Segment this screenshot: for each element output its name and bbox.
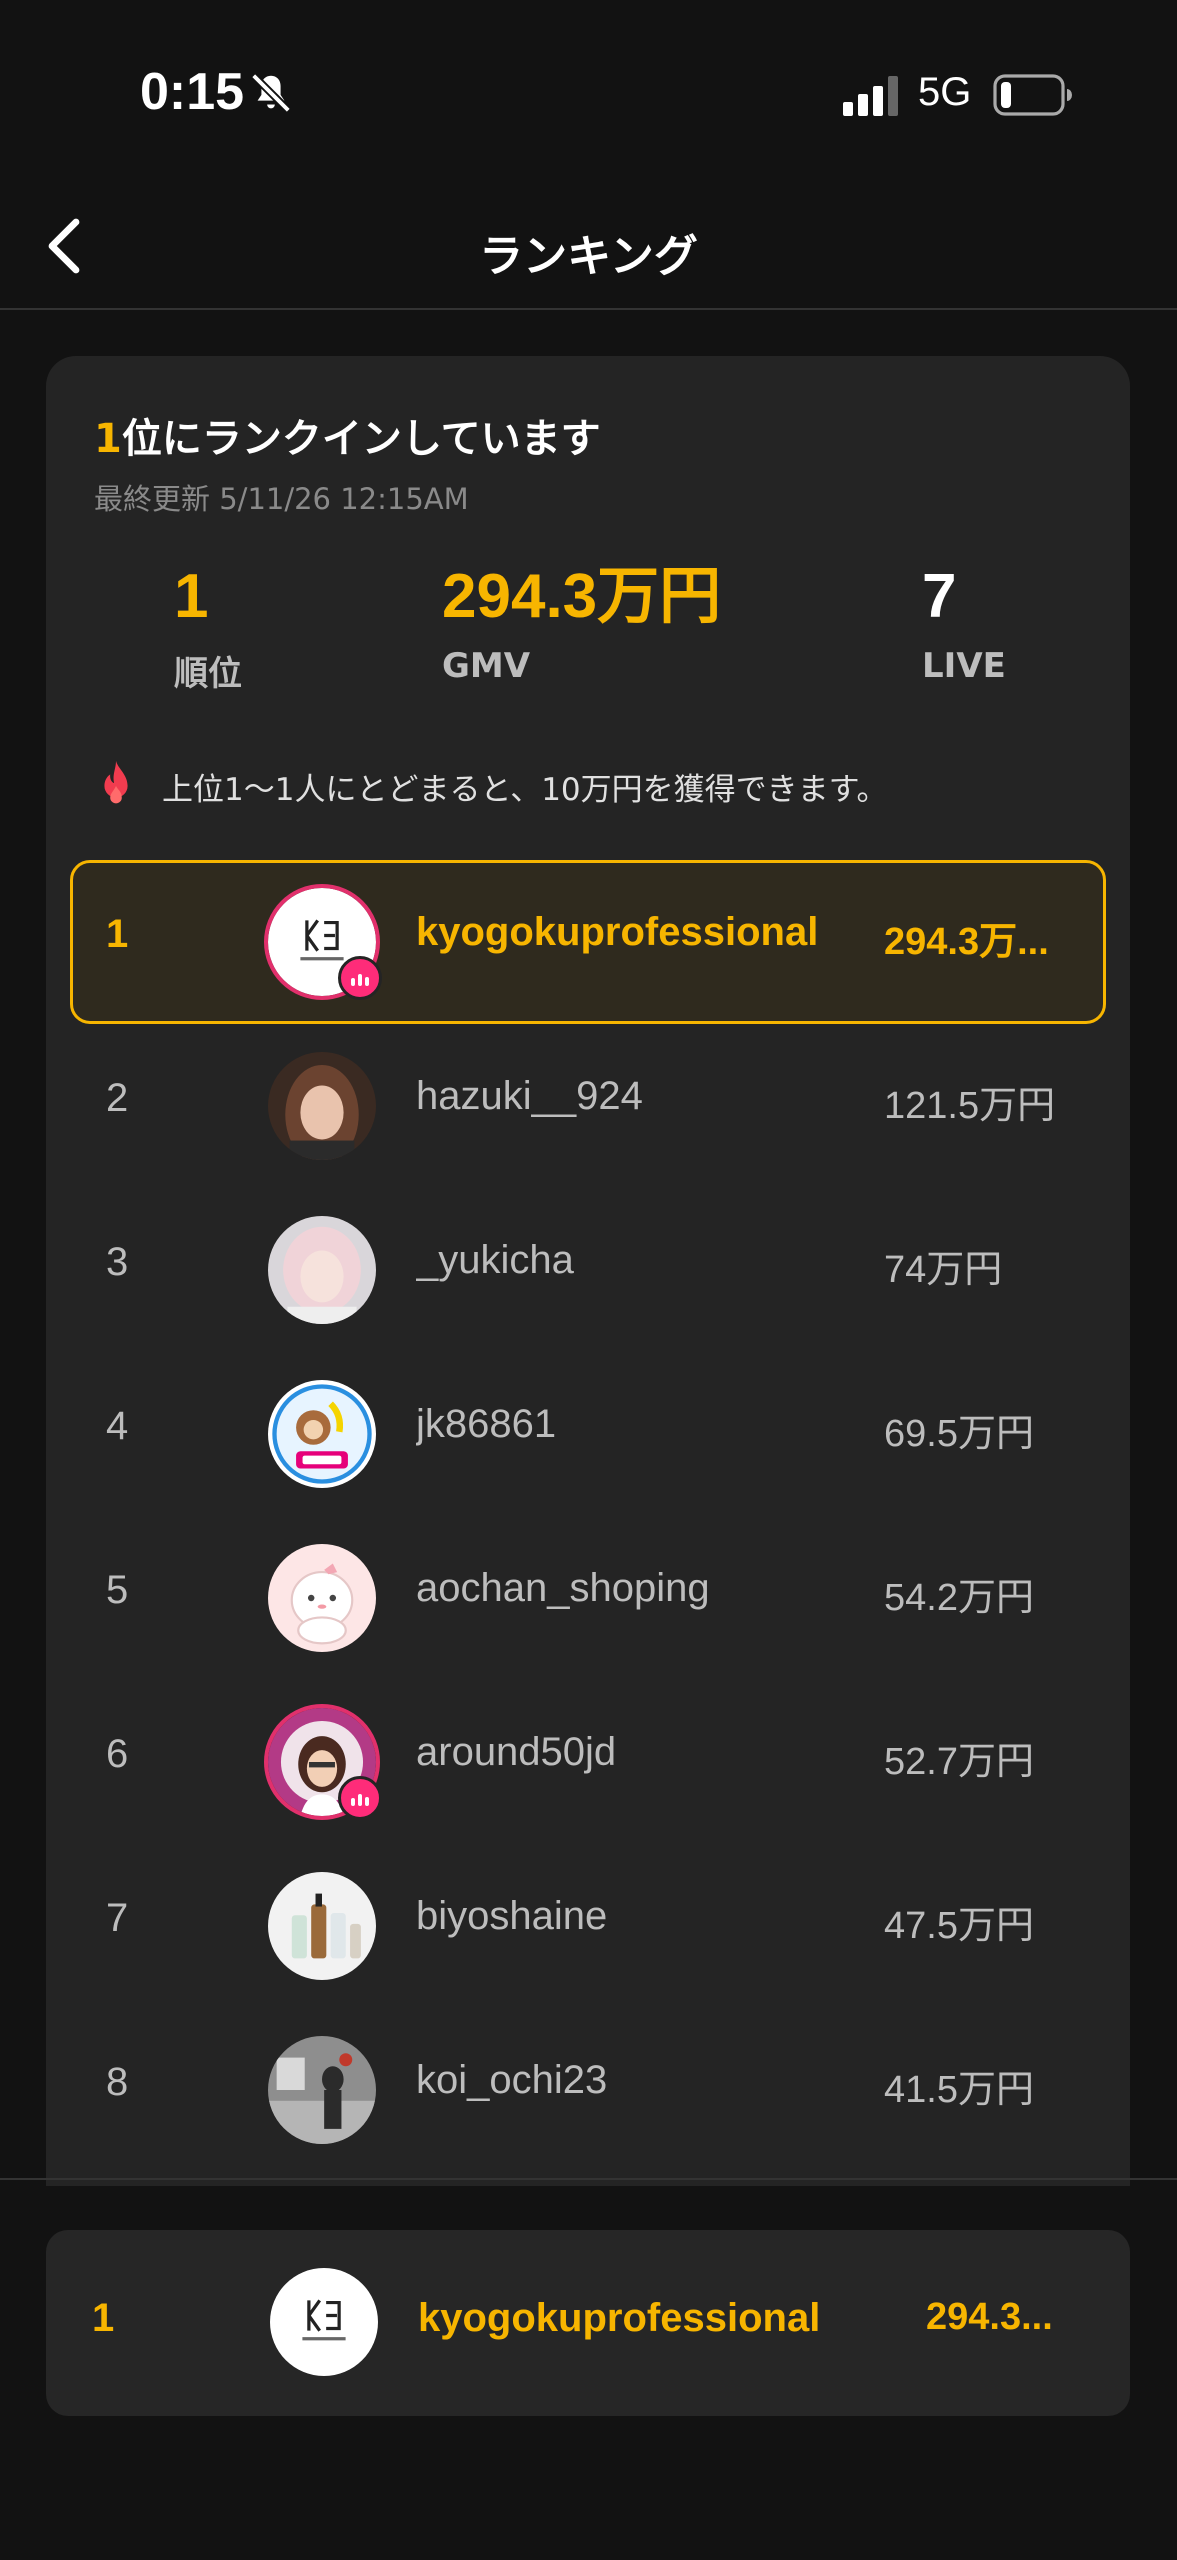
- rank-number: 2: [106, 1076, 129, 1120]
- rank-number: 8: [106, 2060, 129, 2104]
- mute-bell-icon: [251, 73, 291, 113]
- live-badge-icon: [338, 1776, 382, 1820]
- avatar[interactable]: [268, 1052, 376, 1160]
- avatar[interactable]: [268, 1544, 376, 1652]
- user-name: aochan_shoping: [416, 1566, 710, 1610]
- user-name: koi_ochi23: [416, 2058, 608, 2102]
- battery-icon: [993, 74, 1072, 116]
- ranking-row[interactable]: 5 aochan_shoping 54.2万円: [46, 1516, 1130, 1680]
- rank-number: 4: [106, 1404, 129, 1448]
- avatar[interactable]: [268, 2036, 376, 2144]
- stat-live-label: LIVE: [922, 646, 1006, 686]
- rank-number: 1: [92, 2296, 115, 2340]
- user-gmv: 54.2万円: [884, 1577, 1034, 1619]
- ranking-list: 1 kyogokuprofessional 294.3万... 2 hazuki…: [46, 860, 1130, 2172]
- cell-signal-icon: [843, 76, 898, 116]
- rank-number: 6: [106, 1732, 129, 1776]
- user-name: jk86861: [416, 1402, 557, 1446]
- user-gmv: 41.5万円: [884, 2069, 1034, 2111]
- divider: [0, 2178, 1177, 2180]
- ranking-card: 1位にランクインしています 最終更新 5/11/26 12:15AM 1 順位 …: [46, 356, 1130, 2186]
- screen: 0:15 5G ランキング 1位にランクインしています 最終更新 5/11/26: [0, 0, 1177, 2560]
- user-gmv: 74万円: [884, 1249, 1003, 1291]
- reward-row: 上位1〜1人にとどまると、10万円を獲得できます。: [92, 756, 888, 816]
- photo-street-avatar: [268, 2036, 376, 2144]
- ranking-row[interactable]: 6 around50jd 52.7万円: [46, 1680, 1130, 1844]
- nav-bar: ランキング: [0, 190, 1177, 310]
- cosmetic-bottles-avatar: [268, 1872, 376, 1980]
- ranking-row[interactable]: 8 koi_ochi23 41.5万円: [46, 2008, 1130, 2172]
- user-gmv: 121.5万円: [884, 1085, 1056, 1127]
- user-gmv: 294.3...: [926, 2296, 1053, 2338]
- rank-headline: 1位にランクインしています: [94, 406, 601, 464]
- user-name: _yukicha: [416, 1238, 574, 1282]
- status-time: 0:15: [140, 63, 245, 121]
- page-title: ランキング: [479, 231, 698, 282]
- ranking-row[interactable]: 3 _yukicha 74万円: [46, 1188, 1130, 1352]
- user-gmv: 47.5万円: [884, 1905, 1034, 1947]
- user-gmv: 294.3万...: [884, 921, 1049, 963]
- status-bar: 0:15 5G: [0, 0, 1177, 190]
- stat-gmv-value: 294.3万円: [442, 562, 722, 631]
- ranking-row[interactable]: 4 jk86861 69.5万円: [46, 1352, 1130, 1516]
- flame-icon: [104, 760, 128, 804]
- user-name: kyogokuprofessional: [418, 2296, 821, 2340]
- rank-number: 1: [106, 912, 129, 956]
- last-updated: 最終更新 5/11/26 12:15AM: [94, 482, 469, 516]
- avatar[interactable]: [264, 1704, 382, 1820]
- avatar[interactable]: [268, 1872, 376, 1980]
- user-name: kyogokuprofessional: [416, 910, 819, 954]
- user-name: biyoshaine: [416, 1894, 608, 1938]
- photo-woman-avatar: [268, 1216, 376, 1324]
- user-name: hazuki__924: [416, 1074, 643, 1118]
- user-gmv: 52.7万円: [884, 1741, 1034, 1783]
- avatar[interactable]: [268, 1380, 376, 1488]
- ranking-row[interactable]: 7 biyoshaine 47.5万円: [46, 1844, 1130, 2008]
- user-name: around50jd: [416, 1730, 617, 1774]
- user-gmv: 69.5万円: [884, 1413, 1034, 1455]
- stat-rank-value: 1: [174, 562, 209, 631]
- stat-live-value: 7: [922, 562, 957, 631]
- kyogoku-logo-avatar: [270, 2268, 378, 2376]
- cartoon-character-avatar: [268, 1544, 376, 1652]
- headline-text: 位にランクインしています: [121, 416, 601, 462]
- my-rank-row[interactable]: 1 kyogokuprofessional 294.3...: [46, 2230, 1130, 2416]
- tiktok-shop-avatar: [268, 1380, 376, 1488]
- avatar[interactable]: [268, 1216, 376, 1324]
- rank-number: 3: [106, 1240, 129, 1284]
- stat-rank: 1 順位: [174, 566, 242, 695]
- stat-rank-label: 順位: [174, 654, 242, 694]
- rank-number: 7: [106, 1896, 129, 1940]
- stat-gmv: 294.3万円 GMV: [442, 562, 722, 687]
- avatar[interactable]: [264, 884, 382, 1000]
- ranking-row[interactable]: 1 kyogokuprofessional 294.3万...: [46, 860, 1130, 1024]
- stat-gmv-label: GMV: [442, 646, 531, 686]
- photo-woman-avatar: [268, 1052, 376, 1160]
- rank-number: 5: [106, 1568, 129, 1612]
- headline-rank: 1: [94, 416, 122, 462]
- avatar[interactable]: [270, 2268, 378, 2376]
- stat-live: 7 LIVE: [922, 562, 1006, 687]
- ranking-row[interactable]: 2 hazuki__924 121.5万円: [46, 1024, 1130, 1188]
- live-badge-icon: [338, 956, 382, 1000]
- reward-text: 上位1〜1人にとどまると、10万円を獲得できます。: [162, 771, 888, 808]
- network-label: 5G: [918, 70, 972, 114]
